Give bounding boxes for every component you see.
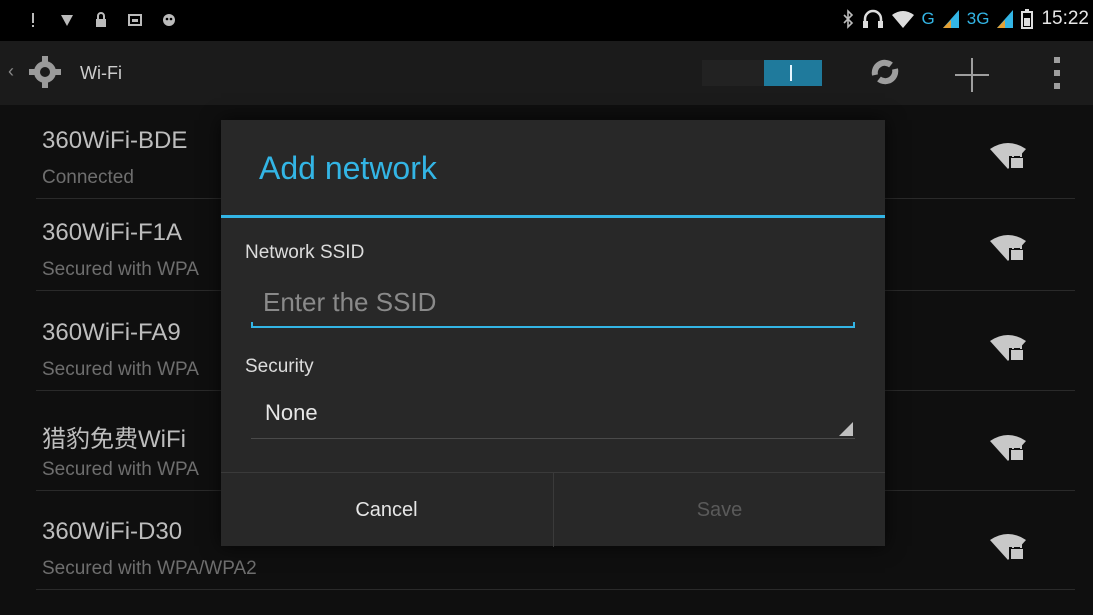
network-status: Secured with WPA xyxy=(42,459,199,480)
save-button[interactable]: Save xyxy=(553,473,885,547)
network-status: Secured with WPA xyxy=(42,259,199,280)
lock-icon xyxy=(96,12,106,27)
ssid-input-underline xyxy=(251,322,855,328)
network-ssid: 360WiFi-D30 xyxy=(42,518,183,545)
add-network-dialog: Add network Network SSID Security None C… xyxy=(221,120,885,547)
dropdown-arrow-icon xyxy=(839,422,853,436)
status-bar-system: G 3G 15:22 xyxy=(842,8,1089,30)
signal-icon xyxy=(997,10,1014,28)
dialog-button-bar: Cancel Save xyxy=(221,472,885,547)
status-bar: G 3G 15:22 xyxy=(0,0,1093,41)
wifi-toggle-on-thumb xyxy=(764,60,822,86)
network-type-g: G xyxy=(921,9,935,28)
dialog-title: Add network xyxy=(259,150,437,186)
cancel-button[interactable]: Cancel xyxy=(221,473,552,547)
image-icon xyxy=(128,14,142,26)
network-ssid: 猎豹免费WiFi xyxy=(42,426,186,453)
wps-icon[interactable] xyxy=(865,55,905,91)
network-ssid: 360WiFi-F1A xyxy=(42,219,183,246)
page-title: Wi-Fi xyxy=(80,63,122,83)
overflow-menu-icon[interactable] xyxy=(1052,55,1062,91)
security-label: Security xyxy=(245,356,314,377)
wifi-toggle[interactable] xyxy=(702,60,822,86)
network-status: Secured with WPA xyxy=(42,359,199,380)
headset-icon xyxy=(862,9,883,28)
ssid-input[interactable] xyxy=(251,280,879,324)
ssid-label: Network SSID xyxy=(245,242,365,263)
network-status: Secured with WPA/WPA2 xyxy=(42,558,257,579)
signal-icon xyxy=(61,15,73,26)
dialog-title-divider xyxy=(221,215,885,218)
add-network-icon[interactable] xyxy=(952,55,992,95)
action-bar: ‹ Wi-Fi xyxy=(0,41,1093,105)
status-bar-notifications xyxy=(26,12,176,28)
back-icon[interactable]: ‹ xyxy=(8,61,14,82)
signal-icon xyxy=(942,10,959,28)
settings-gear-icon[interactable] xyxy=(28,55,62,89)
wifi-icon xyxy=(891,11,914,28)
security-selected-value: None xyxy=(265,400,318,425)
network-status: Connected xyxy=(42,167,134,188)
battery-icon xyxy=(1021,9,1034,29)
notification-icon xyxy=(163,14,175,26)
bluetooth-icon xyxy=(842,9,853,29)
wifi-secured-icon xyxy=(990,335,1026,362)
wifi-secured-icon xyxy=(990,143,1026,170)
wifi-secured-icon xyxy=(990,235,1026,262)
wifi-secured-icon xyxy=(990,435,1026,462)
alert-icon xyxy=(32,13,34,27)
network-type-3g: 3G xyxy=(966,9,990,28)
clock: 15:22 xyxy=(1041,8,1089,29)
wifi-secured-icon xyxy=(990,534,1026,561)
network-ssid: 360WiFi-FA9 xyxy=(42,319,181,346)
divider xyxy=(36,589,1075,590)
security-dropdown-underline xyxy=(251,438,855,439)
network-ssid: 360WiFi-BDE xyxy=(42,127,188,154)
